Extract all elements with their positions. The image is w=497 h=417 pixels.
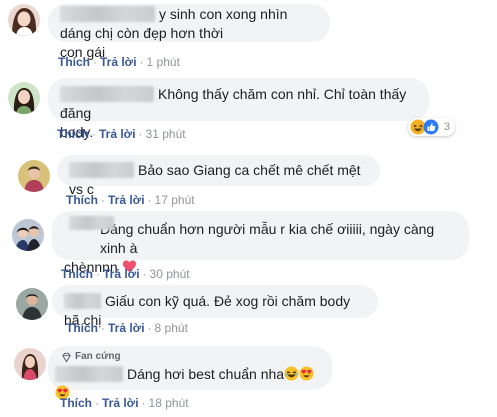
avatar[interactable] xyxy=(18,160,50,192)
comment-actions: Thích · Trả lời · 18 phút xyxy=(60,396,189,410)
fan-badge-label: Fan cứng xyxy=(75,351,121,362)
comment-bubble: Không thấy chăm con nhỉ. Chỉ toàn thấy đ… xyxy=(48,78,429,140)
reaction-summary[interactable]: 3 xyxy=(408,118,456,136)
comment-timestamp[interactable]: 1 phút xyxy=(147,55,180,69)
comment-text: Dáng hơi best chuẩn nha xyxy=(127,366,285,382)
laughing-face-icon xyxy=(284,366,299,381)
comment-bubble: Bảo sao Giang ca chết mê chết mệt vs c xyxy=(57,155,380,197)
like-button[interactable]: Thích xyxy=(66,321,98,335)
separator-dot: · xyxy=(141,396,146,410)
reply-button[interactable]: Trả lời xyxy=(108,193,145,207)
comment-bubble: y sinh con xong nhìn dáng chị còn đẹp hơ… xyxy=(48,4,330,60)
comment-timestamp[interactable]: 8 phút xyxy=(155,321,188,335)
diamond-icon xyxy=(62,352,71,363)
author-name-blurred[interactable] xyxy=(69,216,114,230)
separator-dot: · xyxy=(101,321,105,335)
author-name-blurred[interactable] xyxy=(60,6,155,22)
like-button[interactable]: Thích xyxy=(66,193,98,207)
reply-button[interactable]: Trả lời xyxy=(108,321,145,335)
avatar[interactable] xyxy=(14,348,46,380)
avatar[interactable] xyxy=(8,4,40,36)
separator-dot: · xyxy=(147,321,152,335)
comment-feed: y sinh con xong nhìn dáng chị còn đẹp hơ… xyxy=(0,0,497,417)
separator-dot: · xyxy=(142,267,147,281)
separator-dot: · xyxy=(93,55,97,69)
avatar[interactable] xyxy=(8,82,40,114)
like-button[interactable]: Thích xyxy=(57,127,89,141)
comment-actions: Thích · Trả lời · 1 phút xyxy=(58,55,180,69)
author-name-blurred[interactable] xyxy=(69,162,134,178)
avatar[interactable] xyxy=(12,219,44,251)
author-name-blurred[interactable] xyxy=(60,86,154,102)
avatar[interactable] xyxy=(16,288,48,320)
fan-badge[interactable]: Fan cứng xyxy=(61,351,320,363)
like-icon xyxy=(423,119,439,135)
author-name-blurred[interactable] xyxy=(64,293,101,309)
like-button[interactable]: Thích xyxy=(58,55,90,69)
comment-timestamp[interactable]: 31 phút xyxy=(146,127,186,141)
like-button[interactable]: Thích xyxy=(61,267,93,281)
reply-button[interactable]: Trả lời xyxy=(103,267,140,281)
comment-text: Dáng chuẩn hơn người mẫu r kia chế ơiiii… xyxy=(100,221,435,256)
separator-dot: · xyxy=(101,193,105,207)
separator-dot: · xyxy=(139,55,144,69)
reply-button[interactable]: Trả lời xyxy=(99,127,136,141)
comment-actions: Thích · Trả lời · 31 phút xyxy=(57,127,186,141)
like-button[interactable]: Thích xyxy=(60,396,92,410)
comment-timestamp[interactable]: 30 phút xyxy=(150,267,190,281)
separator-dot: · xyxy=(96,267,100,281)
comment-actions: Thích · Trả lời · 30 phút xyxy=(61,267,190,281)
comment-timestamp[interactable]: 18 phút xyxy=(149,396,189,410)
reaction-count: 3 xyxy=(444,121,451,133)
heart-eyes-icon xyxy=(299,366,314,381)
author-name-blurred[interactable] xyxy=(55,366,123,382)
separator-dot: · xyxy=(92,127,96,141)
comment-bubble: Dáng chuẩn hơn người mẫu r kia chế ơiiii… xyxy=(52,211,469,275)
reply-button[interactable]: Trả lời xyxy=(102,396,139,410)
separator-dot: · xyxy=(147,193,152,207)
reply-button[interactable]: Trả lời xyxy=(100,55,137,69)
separator-dot: · xyxy=(95,396,99,410)
separator-dot: · xyxy=(138,127,143,141)
comment-actions: Thích · Trả lời · 8 phút xyxy=(66,321,188,335)
comment-bubble: Fan cứng Dáng hơi best chuẩn nha xyxy=(48,346,332,400)
comment-bubble: Giấu con kỹ quá. Đẻ xog rồi chăm body hã… xyxy=(52,285,378,328)
comment-timestamp[interactable]: 17 phút xyxy=(155,193,195,207)
comment-actions: Thích · Trả lời · 17 phút xyxy=(66,193,195,207)
